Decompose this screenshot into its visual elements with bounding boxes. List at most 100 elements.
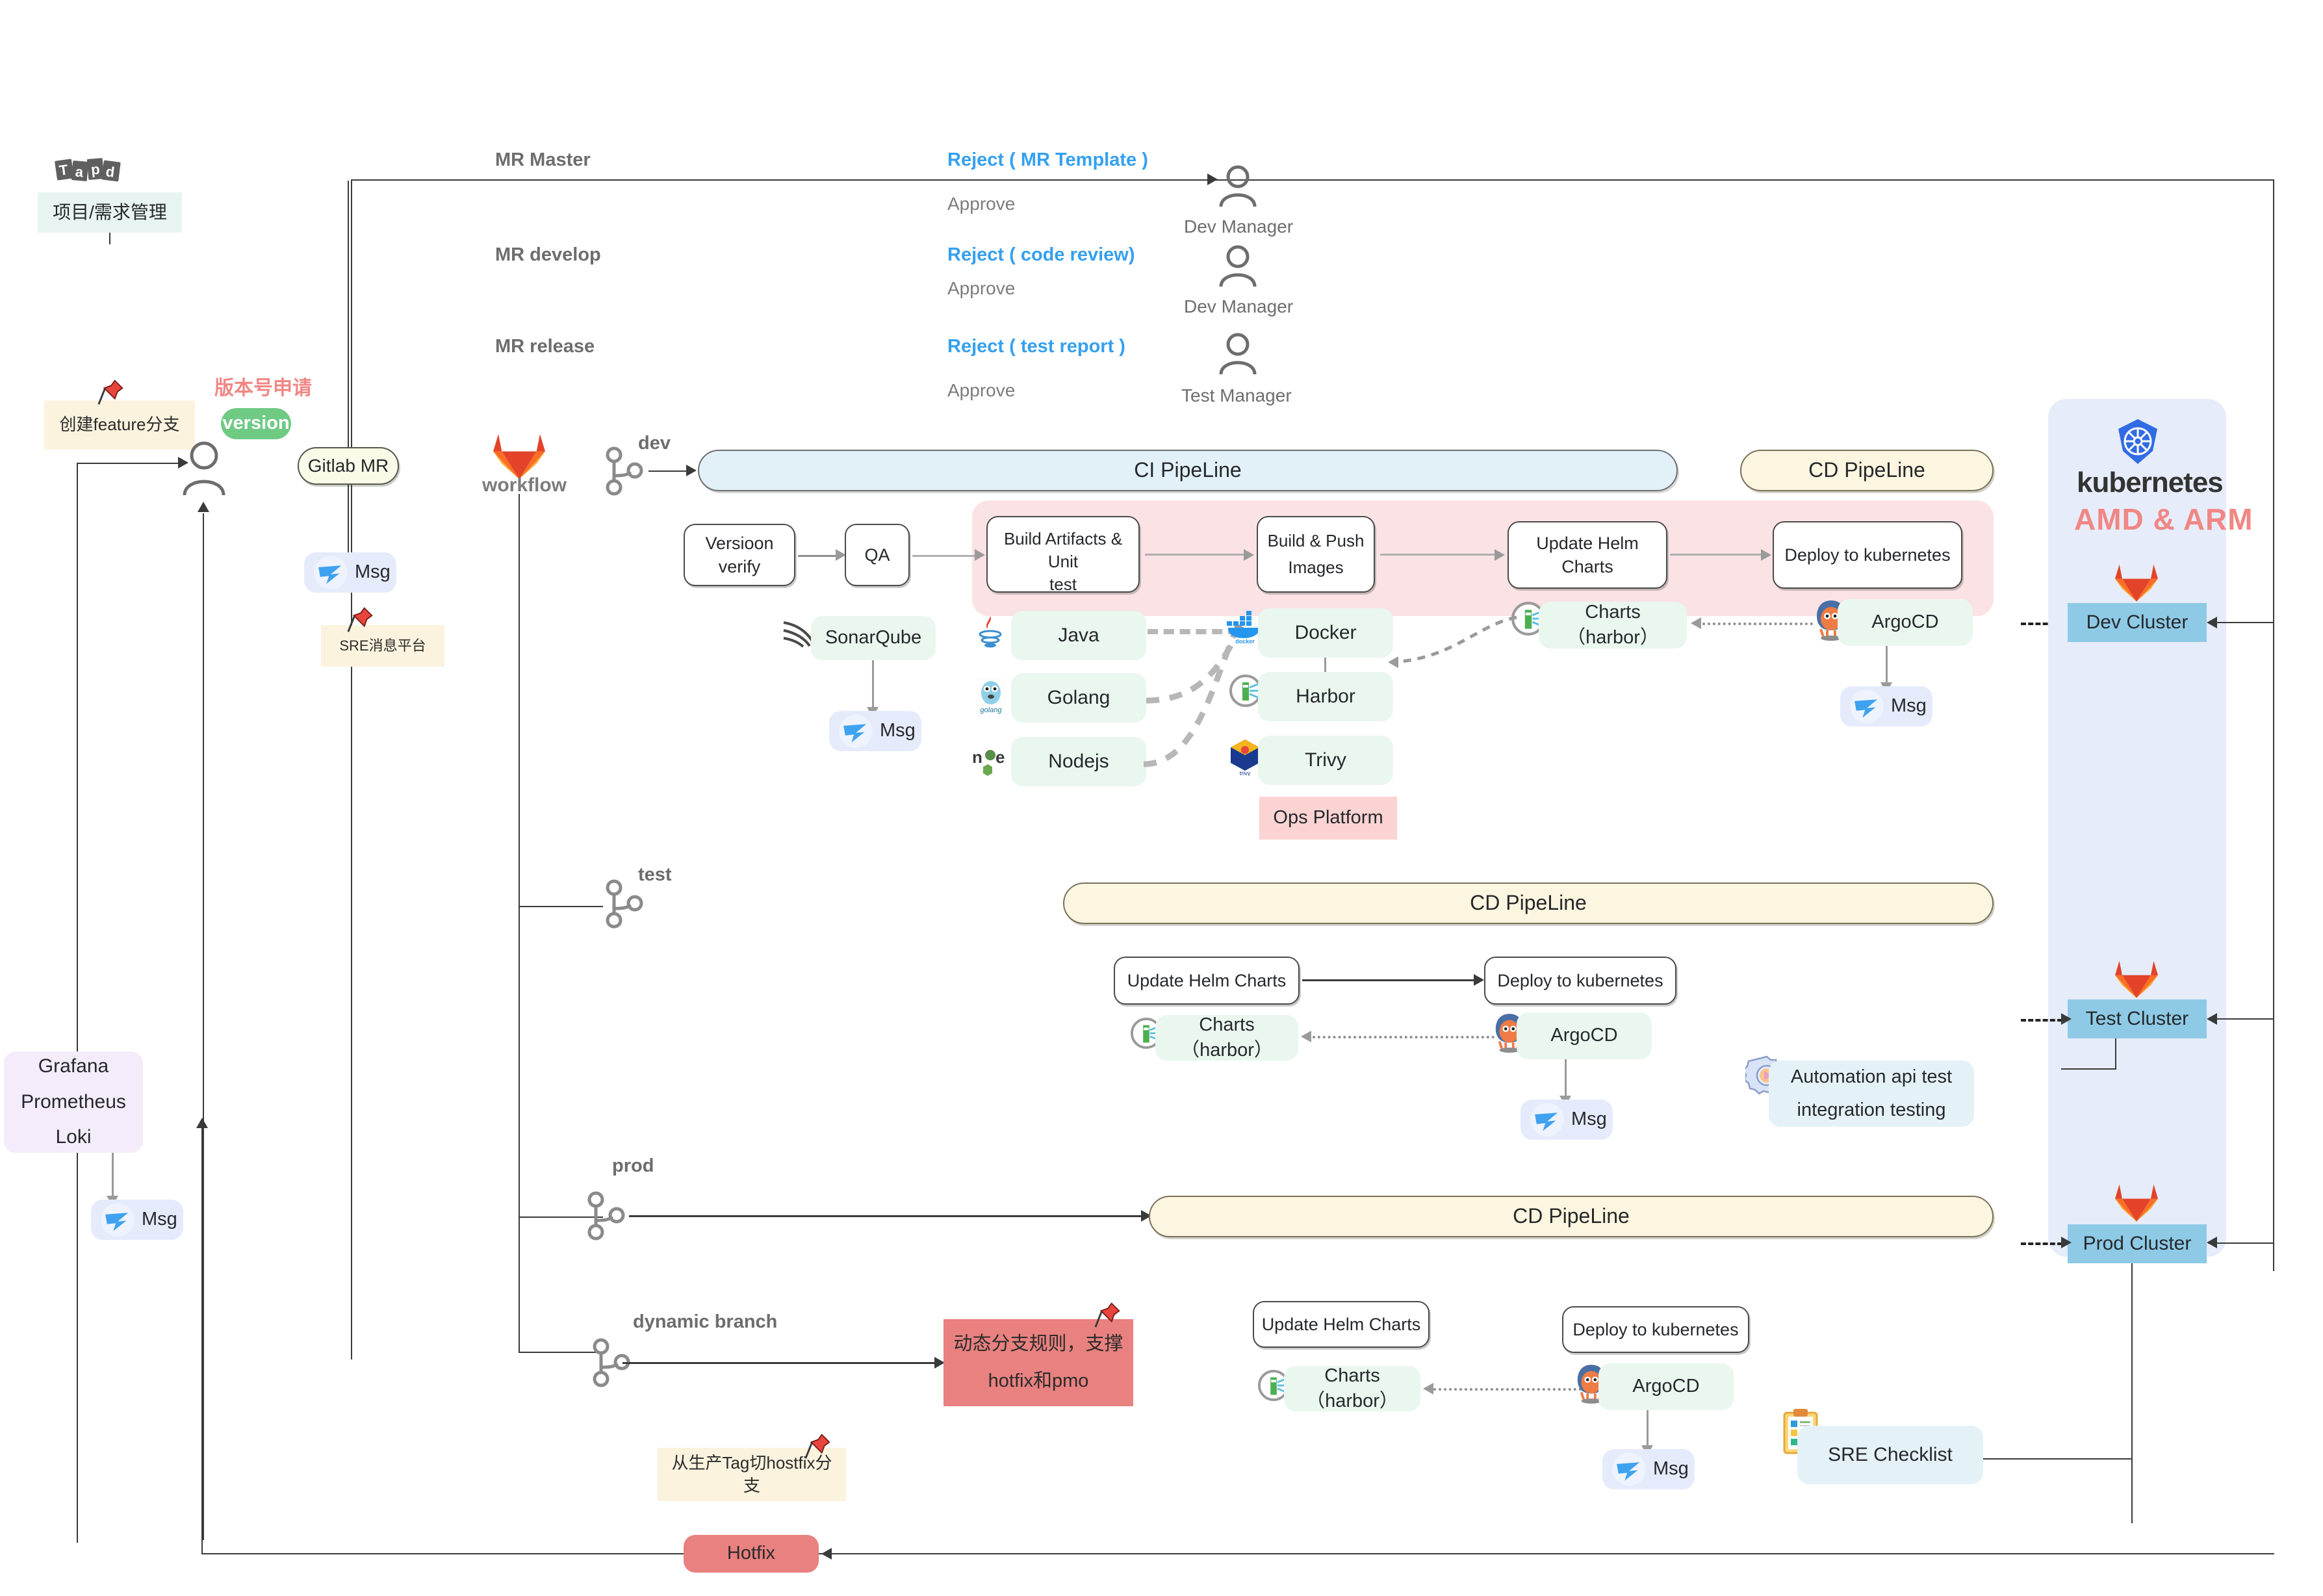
rail-argocd-to-msg-dynamic [1647, 1410, 1649, 1449]
automation-test-node[interactable]: Automation api test integration testing [1769, 1061, 1974, 1127]
language-node-java[interactable]: Java [1011, 611, 1146, 660]
java-icon [979, 616, 1002, 648]
svg-text:p: p [90, 161, 101, 177]
arrow-qa-to-build [975, 549, 985, 561]
rail-dynamic-to-rule [622, 1362, 938, 1364]
pushpin-icon [1094, 1302, 1120, 1328]
ci-step-2-line1: Build & Push [1267, 530, 1365, 550]
gitlab-mr-label: Gitlab MR [307, 456, 389, 476]
automation-test-line2: integration testing [1797, 1100, 1946, 1120]
rail-dev-person-vertical [203, 513, 204, 1540]
arrow-argocd-to-charts-dynamic [1423, 1383, 1433, 1395]
gitlab-workflow-icon [493, 434, 545, 480]
test-update-helm-charts[interactable]: Update Helm Charts [1114, 957, 1300, 1005]
git-branch-icon [606, 446, 643, 496]
cd-pipeline-bar-prod[interactable]: CD PipeLine [1149, 1196, 1994, 1237]
arrow-test-cluster-right [2207, 1013, 2217, 1025]
ci-step-build-artifacts[interactable]: Build Artifacts & Unit test [986, 516, 1140, 595]
ops-platform-node[interactable]: Ops Platform [1259, 797, 1397, 840]
sre-checklist-node[interactable]: SRE Checklist [1797, 1426, 1983, 1484]
ci-step-update-helm-charts[interactable]: Update Helm Charts [1508, 521, 1667, 589]
registry-node-trivy[interactable]: Trivy [1258, 736, 1393, 785]
rail-prod-cluster-right [2208, 1242, 2273, 1244]
arrow-up-to-developer [198, 502, 209, 512]
rail-gitlabmr-to-msg [348, 485, 349, 552]
gitlab-msg-label: Msg [355, 561, 391, 583]
version-badge[interactable]: version [221, 408, 291, 439]
cluster-prod[interactable]: Prod Cluster [2068, 1224, 2207, 1263]
charts-harbor-dev-label: Charts（harbor） [1567, 601, 1659, 648]
argocd-node-dev[interactable]: ArgoCD [1838, 599, 1973, 646]
arrow-dev-cluster-right [2207, 617, 2217, 628]
rail-bottom [201, 1553, 2274, 1554]
argocd-node-dynamic[interactable]: ArgoCD [1598, 1363, 1734, 1410]
registry-node-docker[interactable]: Docker [1258, 608, 1393, 658]
rail-argocd-to-charts-test [1313, 1036, 1495, 1038]
nodejs-label: Nodejs [1048, 750, 1109, 772]
golang-label: Golang [1047, 686, 1110, 708]
charts-harbor-node-dev[interactable]: Charts（harbor） [1539, 602, 1687, 649]
hotfix-node[interactable]: Hotfix [684, 1535, 819, 1573]
tapd-project-box[interactable]: 项目/需求管理 [38, 192, 182, 233]
argocd-msg-node-dev[interactable]: Msg [1840, 686, 1932, 727]
cd-pipeline-prod-label: CD PipeLine [1513, 1204, 1630, 1228]
arrow-to-grafana [196, 1118, 208, 1128]
hotfix-label: Hotfix [726, 1543, 776, 1564]
msg-wing-icon [1612, 1452, 1646, 1486]
arrow-prod-cluster-right [2207, 1237, 2217, 1248]
charts-harbor-node-test[interactable]: Charts（harbor） [1155, 1014, 1298, 1061]
charts-harbor-node-dynamic[interactable]: Charts（harbor） [1284, 1365, 1420, 1411]
ci-step-deploy-k8s[interactable]: Deploy to kubernetes [1773, 521, 1962, 589]
gitlab-mr-node[interactable]: Gitlab MR [298, 447, 399, 485]
argocd-node-test[interactable]: ArgoCD [1517, 1012, 1652, 1059]
tapd-box-label: 项目/需求管理 [53, 202, 167, 223]
sonarqube-node[interactable]: SonarQube [811, 616, 936, 660]
version-verify-step[interactable]: Versioon verify [684, 524, 795, 586]
gitlab-msg-node[interactable]: Msg [304, 552, 396, 593]
argocd-msg-test-label: Msg [1571, 1109, 1607, 1130]
language-node-nodejs[interactable]: Nodejs [1011, 737, 1146, 786]
ci-pipeline-label: CI PipeLine [1134, 458, 1242, 482]
argocd-msg-dev-label: Msg [1891, 695, 1927, 717]
qa-step[interactable]: QA [845, 524, 910, 586]
test-deploy-k8s-label: Deploy to kubernetes [1497, 970, 1663, 990]
msg-wing-icon [839, 714, 873, 748]
ci-step-build-push-images[interactable]: Build & Push Images [1257, 516, 1375, 593]
sonarqube-msg-node[interactable]: Msg [829, 711, 921, 751]
rail-verify-to-qa [798, 555, 837, 557]
mr-lane-reject-2: Reject ( test report ) [947, 336, 1125, 357]
cd-pipeline-bar-dev[interactable]: CD PipeLine [1740, 450, 1994, 491]
mr-lane-role-2: Test Manager [1181, 385, 1292, 405]
mr-lane-reject-0: Reject ( MR Template ) [947, 149, 1148, 170]
cd-pipeline-bar-test[interactable]: CD PipeLine [1063, 882, 1994, 924]
registry-node-harbor[interactable]: Harbor [1258, 672, 1393, 721]
rail-ci-1-2 [1145, 554, 1246, 556]
pushpin-icon [347, 607, 373, 632]
ci-step-2-line2: Images [1288, 557, 1344, 577]
harbor-icon [1229, 675, 1262, 707]
dev-manager-person-icon [1219, 245, 1257, 287]
cluster-test[interactable]: Test Cluster [2068, 999, 2207, 1038]
dynamic-update-helm-charts[interactable]: Update Helm Charts [1253, 1301, 1430, 1348]
ci-step-1-line2: test [1049, 574, 1077, 595]
cluster-dev[interactable]: Dev Cluster [2068, 603, 2207, 642]
dynamic-deploy-k8s[interactable]: Deploy to kubernetes [1562, 1306, 1749, 1353]
argocd-dev-label: ArgoCD [1871, 611, 1939, 633]
language-node-golang[interactable]: Golang [1011, 673, 1146, 723]
rail-argocd-to-charts-dev [1702, 623, 1813, 625]
dev-manager-person-icon [1219, 165, 1257, 207]
mr-lane-branch-0: MR Master [495, 149, 591, 170]
argocd-msg-node-test[interactable]: Msg [1521, 1100, 1613, 1140]
gitlab-icon [2115, 1184, 2158, 1222]
argocd-msg-node-dynamic[interactable]: Msg [1602, 1449, 1695, 1489]
nodejs-icon: n e [972, 747, 1005, 776]
sre-msg-platform-note: SRE消息平台 [321, 625, 444, 667]
branch-label-prod: prod [612, 1155, 654, 1176]
rail-charts-to-harbor [1399, 615, 1517, 663]
test-deploy-k8s[interactable]: Deploy to kubernetes [1484, 957, 1676, 1005]
ci-pipeline-bar[interactable]: CI PipeLine [698, 450, 1678, 491]
observability-node[interactable]: Grafana Prometheus Loki [4, 1051, 143, 1153]
cluster-dev-label: Dev Cluster [2086, 611, 2188, 633]
observability-msg-node[interactable]: Msg [91, 1200, 183, 1240]
rail-dev-cluster-right [2208, 622, 2273, 623]
